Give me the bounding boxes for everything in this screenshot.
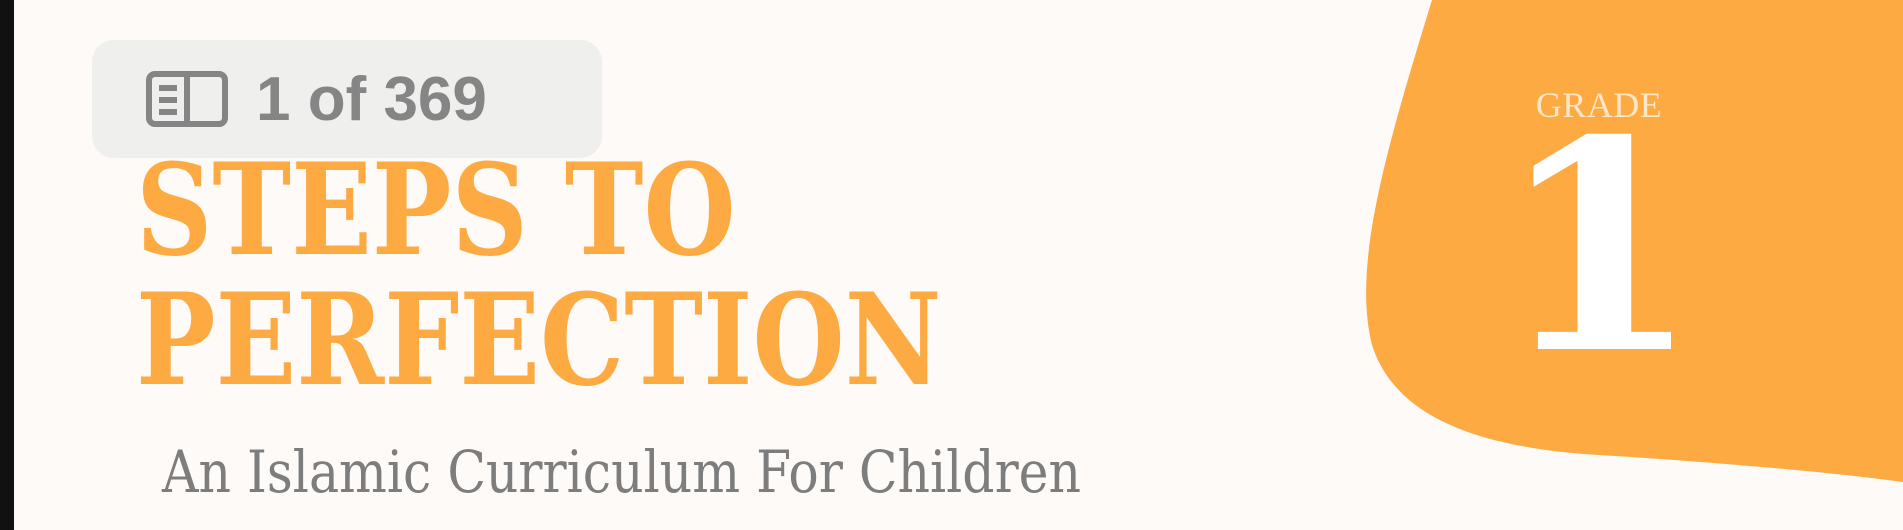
book-subtitle: An Islamic Curriculum For Children — [162, 438, 1082, 506]
grade-number: 1 — [1498, 78, 1700, 418]
book-title-line-1: STEPS TO — [136, 136, 736, 284]
page-counter-text: 1 of 369 — [256, 64, 487, 134]
page-indicator-badge[interactable]: 1 of 369 — [92, 40, 602, 158]
document-viewer: GRADE 1 STEPS TO PERFECTION An Islamic C… — [0, 0, 1903, 530]
book-title-line-2: PERFECTION — [136, 266, 942, 414]
book-title: STEPS TO PERFECTION — [136, 145, 941, 405]
book-pages-icon — [146, 71, 228, 127]
